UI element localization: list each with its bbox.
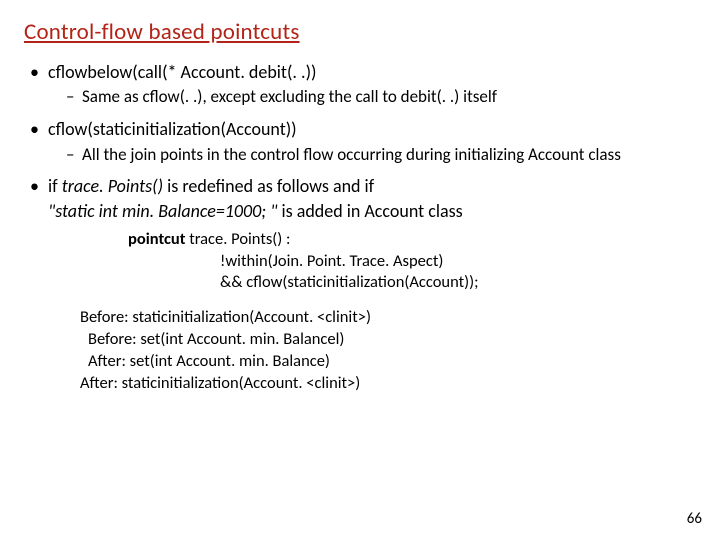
output-line-3: After: set(int Account. min. Balance) — [80, 351, 700, 373]
bullet-3-line2-rest: is added in Account class — [277, 200, 462, 222]
bullet-2: cflow(staticinitialization(Account)) All… — [30, 117, 700, 166]
bullet-2-sub: All the join points in the control flow … — [48, 144, 700, 167]
bullet-1: cflowbelow(call(* Account. debit(. .)) S… — [30, 60, 700, 109]
bullet-3: if trace. Points() is redefined as follo… — [30, 174, 700, 394]
output-line-2: Before: set(int Account. min. Balancel) — [80, 329, 700, 351]
pointcut-code: pointcut trace. Points() : !within(Join.… — [128, 229, 700, 293]
code-line-3: && cflow(staticinitialization(Account)); — [128, 272, 700, 293]
code-line-2: !within(Join. Point. Trace. Aspect) — [128, 251, 700, 272]
bullet-1-sub: Same as cflow(. .), except excluding the… — [48, 86, 700, 109]
bullet-3-line2: "static int min. Balance=1000; " is adde… — [48, 199, 700, 223]
bullet-2-text: cflow(staticinitialization(Account)) — [48, 118, 297, 140]
output-line-4: After: staticinitialization(Account. <cl… — [80, 373, 700, 395]
bullet-1-text: cflowbelow(call(* Account. debit(. .)) — [48, 61, 317, 83]
code-line-1: pointcut trace. Points() : — [128, 229, 290, 249]
slide-title: Control-flow based pointcuts — [24, 18, 700, 46]
bullet-3-if: if — [48, 175, 62, 197]
keyword-pointcut: pointcut — [128, 229, 185, 249]
bullet-3-line1: if trace. Points() is redefined as follo… — [48, 175, 374, 197]
code-line-1-rest: trace. Points() : — [185, 229, 290, 249]
page-number: 66 — [687, 510, 702, 528]
bullet-2-sub-text: All the join points in the control flow … — [66, 144, 700, 167]
bullet-1-sub-text: Same as cflow(. .), except excluding the… — [66, 86, 700, 109]
bullet-list: cflowbelow(call(* Account. debit(. .)) S… — [20, 60, 700, 394]
bullet-3-line2-italic: "static int min. Balance=1000; " — [48, 200, 277, 222]
bullet-3-italic: trace. Points() — [62, 175, 163, 197]
slide: Control-flow based pointcuts cflowbelow(… — [0, 0, 720, 540]
trace-output: Before: staticinitialization(Account. <c… — [80, 307, 700, 394]
bullet-3-rest: is redefined as follows and if — [163, 175, 374, 197]
output-line-1: Before: staticinitialization(Account. <c… — [80, 307, 700, 329]
